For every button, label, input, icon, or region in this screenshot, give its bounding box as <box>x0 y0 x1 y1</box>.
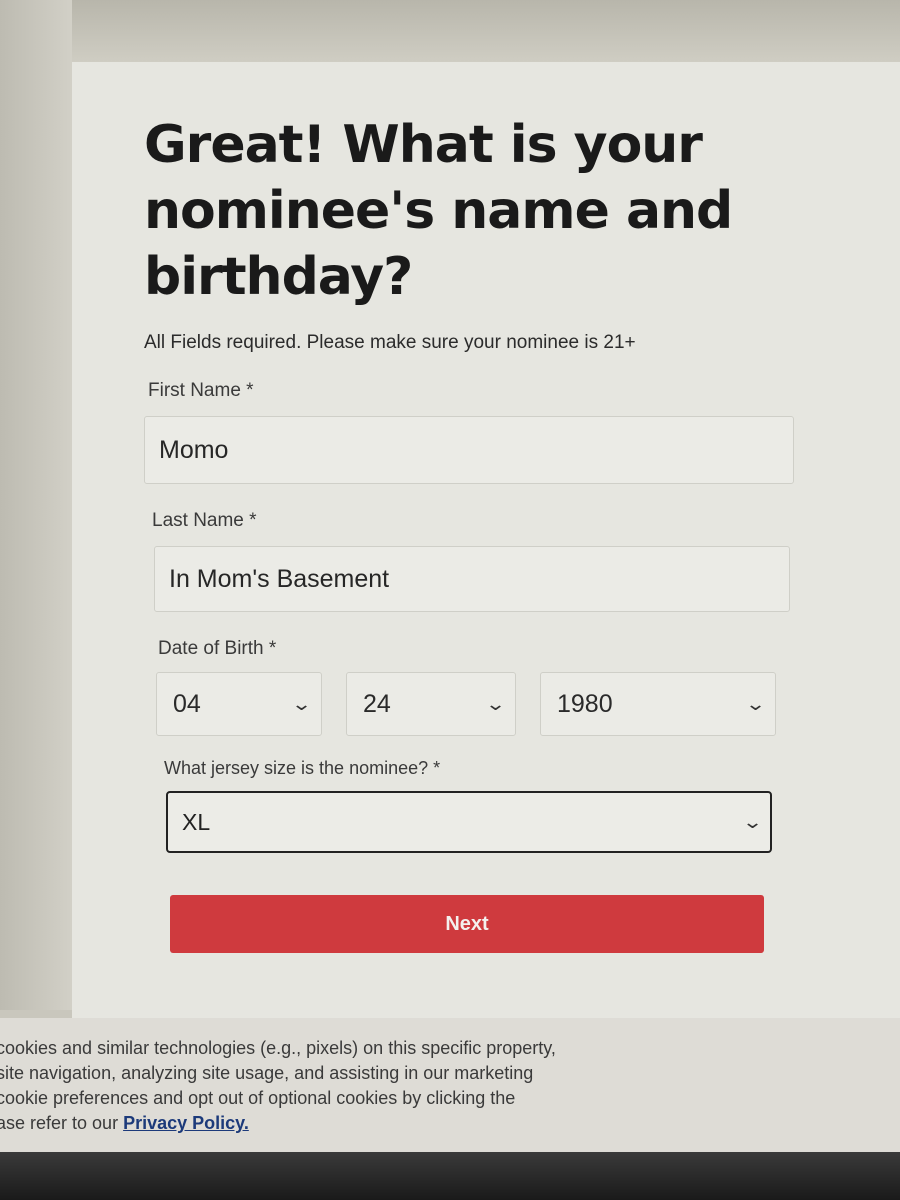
cookie-text-line: ase refer to our Privacy Policy. <box>0 1111 900 1136</box>
privacy-policy-link[interactable]: Privacy Policy. <box>123 1113 249 1133</box>
dob-year-select[interactable]: 1980 ⌄ <box>540 672 776 736</box>
cookie-text-prefix: ase refer to our <box>0 1113 124 1133</box>
last-name-input[interactable]: In Mom's Basement <box>154 546 790 612</box>
dob-month-value: 04 <box>173 689 201 718</box>
chevron-down-icon: ⌄ <box>741 811 764 832</box>
jersey-size-select[interactable]: XL ⌄ <box>166 791 772 853</box>
page-title: Great! What is your nominee's name and b… <box>144 115 733 307</box>
jersey-label: What jersey size is the nominee? * <box>164 758 441 778</box>
dob-day-select[interactable]: 24 ⌄ <box>346 672 516 736</box>
dob-day-value: 24 <box>363 689 391 718</box>
chevron-down-icon: ⌄ <box>744 693 767 714</box>
dob-selects: 04 ⌄ 24 ⌄ 1980 ⌄ <box>156 672 784 736</box>
cookie-text-line: cookies and similar technologies (e.g., … <box>0 1038 556 1058</box>
dob-year-value: 1980 <box>557 689 613 718</box>
nominee-form: Great! What is your nominee's name and b… <box>144 112 794 953</box>
monitor-bezel-left <box>0 0 72 1010</box>
chevron-down-icon: ⌄ <box>290 693 313 714</box>
monitor-bezel-bottom <box>0 1152 900 1200</box>
monitor-bezel-top <box>0 0 900 62</box>
cookie-text-line: site navigation, analyzing site usage, a… <box>0 1063 534 1083</box>
dob-month-select[interactable]: 04 ⌄ <box>156 672 322 736</box>
cookie-text-line: cookie preferences and opt out of option… <box>0 1088 516 1108</box>
chevron-down-icon: ⌄ <box>484 693 507 714</box>
last-name-label: Last Name * <box>152 510 257 531</box>
jersey-size-value: XL <box>182 808 211 835</box>
required-note: All Fields required. Please make sure yo… <box>144 332 636 353</box>
first-name-input[interactable]: Momo <box>144 416 794 484</box>
next-button[interactable]: Next <box>170 895 764 953</box>
first-name-label: First Name * <box>148 380 254 401</box>
cookie-banner: cookies and similar technologies (e.g., … <box>0 1018 900 1152</box>
screen: Great! What is your nominee's name and b… <box>72 62 900 1020</box>
last-name-value: In Mom's Basement <box>169 564 390 593</box>
first-name-value: Momo <box>159 435 229 464</box>
dob-label: Date of Birth * <box>158 638 277 659</box>
